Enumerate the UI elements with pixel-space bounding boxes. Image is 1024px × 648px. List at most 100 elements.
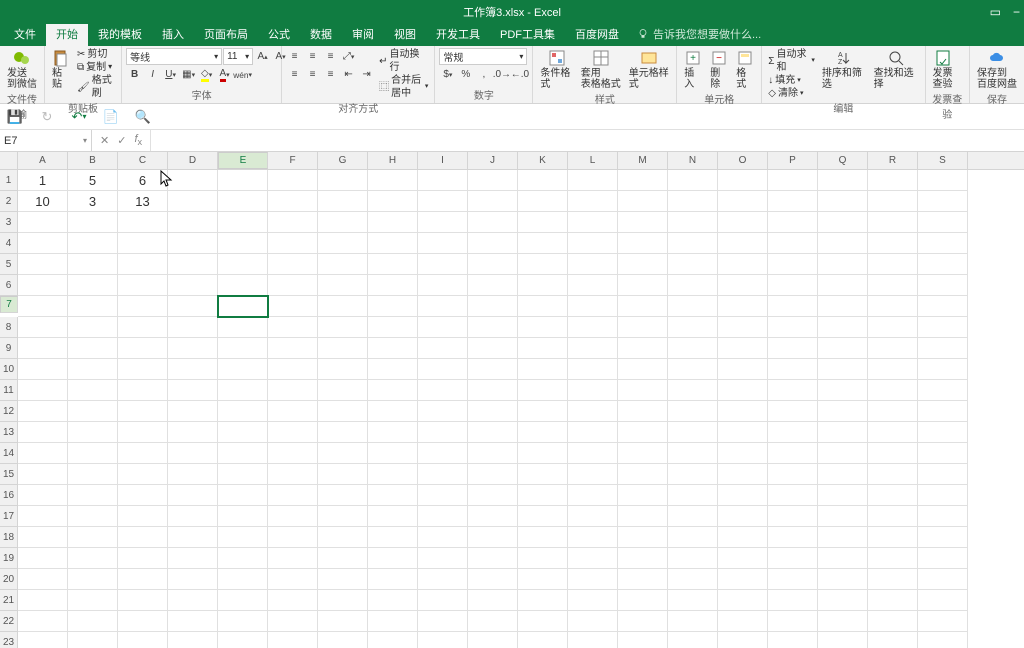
row-header-1[interactable]: 1 [0,170,18,191]
cell-L3[interactable] [568,212,618,233]
print-preview-button[interactable]: 🔍 [134,108,152,126]
cell-O7[interactable] [718,296,768,317]
cell-B7[interactable] [68,296,118,317]
cell-K21[interactable] [518,590,568,611]
cell-R4[interactable] [868,233,918,254]
cell-D11[interactable] [168,380,218,401]
cancel-formula-button[interactable]: ✕ [100,134,109,147]
cell-E18[interactable] [218,527,268,548]
cell-I8[interactable] [418,317,468,338]
cell-L9[interactable] [568,338,618,359]
cell-D16[interactable] [168,485,218,506]
column-header-C[interactable]: C [118,152,168,169]
cell-P19[interactable] [768,548,818,569]
cell-L20[interactable] [568,569,618,590]
delete-cells-button[interactable]: − 删除 [707,48,731,91]
cell-R15[interactable] [868,464,918,485]
cell-R21[interactable] [868,590,918,611]
cell-I6[interactable] [418,275,468,296]
cell-K10[interactable] [518,359,568,380]
cell-L12[interactable] [568,401,618,422]
cell-G8[interactable] [318,317,368,338]
underline-button[interactable]: U▾ [162,66,179,83]
cell-E15[interactable] [218,464,268,485]
cell-P10[interactable] [768,359,818,380]
cell-O9[interactable] [718,338,768,359]
cell-A18[interactable] [18,527,68,548]
cell-G5[interactable] [318,254,368,275]
align-bottom-button[interactable]: ≡ [322,48,339,65]
cell-H6[interactable] [368,275,418,296]
cell-R12[interactable] [868,401,918,422]
cell-K22[interactable] [518,611,568,632]
cell-Q14[interactable] [818,443,868,464]
cell-F23[interactable] [268,632,318,648]
cell-N2[interactable] [668,191,718,212]
wrap-text-button[interactable]: ↵自动换行 [377,48,430,74]
cell-E13[interactable] [218,422,268,443]
cell-K23[interactable] [518,632,568,648]
row-header-6[interactable]: 6 [0,275,18,296]
cell-R8[interactable] [868,317,918,338]
cell-H1[interactable] [368,170,418,191]
cell-H13[interactable] [368,422,418,443]
cut-button[interactable]: ✂剪切 [75,48,117,61]
cell-B5[interactable] [68,254,118,275]
cell-M15[interactable] [618,464,668,485]
cell-O20[interactable] [718,569,768,590]
tab-devtools[interactable]: 开发工具 [426,22,490,46]
cell-C7[interactable] [118,296,168,317]
cell-L15[interactable] [568,464,618,485]
cell-P3[interactable] [768,212,818,233]
cell-H5[interactable] [368,254,418,275]
column-header-Q[interactable]: Q [818,152,868,169]
cell-L22[interactable] [568,611,618,632]
cell-E17[interactable] [218,506,268,527]
cell-B18[interactable] [68,527,118,548]
cell-O11[interactable] [718,380,768,401]
cell-J8[interactable] [468,317,518,338]
cell-P20[interactable] [768,569,818,590]
cell-C6[interactable] [118,275,168,296]
cell-C23[interactable] [118,632,168,648]
cell-R3[interactable] [868,212,918,233]
cell-P8[interactable] [768,317,818,338]
cell-S18[interactable] [918,527,968,548]
cell-H14[interactable] [368,443,418,464]
cell-O4[interactable] [718,233,768,254]
cell-I19[interactable] [418,548,468,569]
fill-button[interactable]: ↓填充▾ [766,74,817,87]
cell-N19[interactable] [668,548,718,569]
cell-C22[interactable] [118,611,168,632]
cell-A13[interactable] [18,422,68,443]
cell-I12[interactable] [418,401,468,422]
cell-M13[interactable] [618,422,668,443]
cell-L18[interactable] [568,527,618,548]
cell-S10[interactable] [918,359,968,380]
cell-H15[interactable] [368,464,418,485]
cell-F22[interactable] [268,611,318,632]
cell-K2[interactable] [518,191,568,212]
cell-K18[interactable] [518,527,568,548]
clear-button[interactable]: ◇清除▾ [766,87,817,100]
cell-N23[interactable] [668,632,718,648]
cell-S4[interactable] [918,233,968,254]
cell-A12[interactable] [18,401,68,422]
row-header-9[interactable]: 9 [0,338,18,359]
cell-S23[interactable] [918,632,968,648]
cell-M9[interactable] [618,338,668,359]
cell-F16[interactable] [268,485,318,506]
cell-D6[interactable] [168,275,218,296]
cell-I22[interactable] [418,611,468,632]
cell-J15[interactable] [468,464,518,485]
cell-S11[interactable] [918,380,968,401]
cell-Q16[interactable] [818,485,868,506]
row-header-19[interactable]: 19 [0,548,18,569]
cell-O14[interactable] [718,443,768,464]
cell-L7[interactable] [568,296,618,317]
cell-M5[interactable] [618,254,668,275]
bold-button[interactable]: B [126,66,143,83]
cell-Q21[interactable] [818,590,868,611]
cell-L14[interactable] [568,443,618,464]
cell-L4[interactable] [568,233,618,254]
